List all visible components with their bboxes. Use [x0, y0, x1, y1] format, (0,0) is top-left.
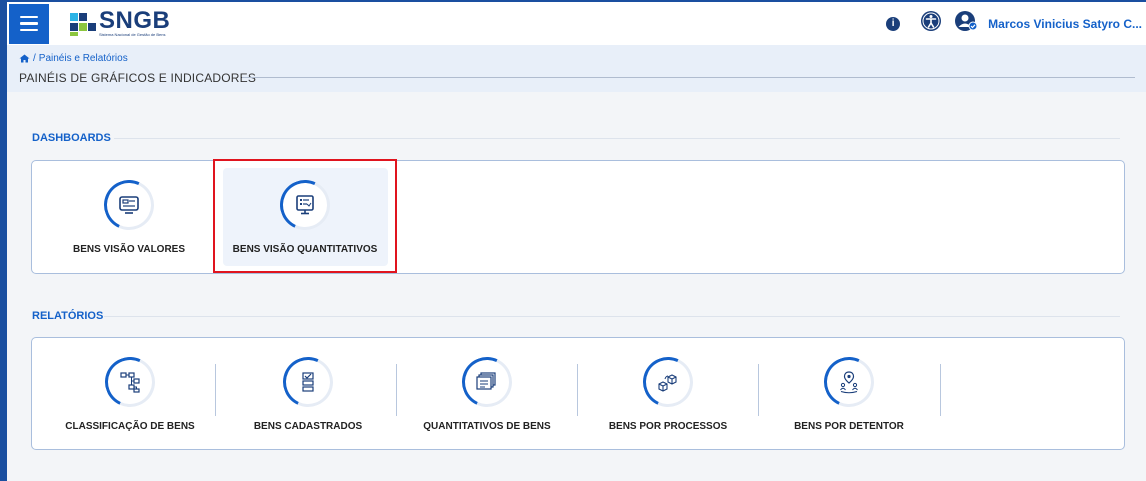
- breadcrumb-current[interactable]: Painéis e Relatórios: [39, 53, 128, 64]
- home-icon[interactable]: [19, 54, 30, 63]
- hierarchy-icon: [97, 349, 163, 415]
- logo-title: SNGB: [99, 7, 171, 34]
- card-label: BENS CADASTRADOS: [253, 421, 363, 432]
- dashboard-card-bens-visao-quantitativos[interactable]: BENS VISÃO QUANTITATIVOS: [230, 172, 380, 255]
- relatorios-section-label: RELATÓRIOS: [32, 310, 104, 322]
- user-avatar-icon[interactable]: [954, 10, 978, 37]
- relatorios-divider: [104, 316, 1120, 317]
- monitor-list-icon: [272, 172, 338, 238]
- report-card-bens-por-detentor[interactable]: BENS POR DETENTOR: [774, 349, 924, 432]
- hamburger-menu-button[interactable]: [9, 3, 49, 44]
- card-label: CLASSIFICAÇÃO DE BENS: [65, 421, 195, 432]
- dashboards-section-label: DASHBOARDS: [32, 132, 111, 144]
- accessibility-icon[interactable]: [920, 10, 942, 37]
- subheader: / Painéis e Relatórios PAINÉIS DE GRÁFIC…: [7, 45, 1146, 92]
- location-person-icon: [816, 349, 882, 415]
- dashboards-divider: [114, 138, 1120, 139]
- report-card-bens-por-processos[interactable]: BENS POR PROCESSOS: [593, 349, 743, 432]
- logo-mark-icon: [69, 11, 97, 37]
- top-bar: SNGB Sistema Nacional de Gestão de Bens …: [7, 2, 1146, 45]
- breadcrumb-separator: /: [33, 53, 36, 64]
- separator: [577, 364, 578, 416]
- dashboard-card-bens-visao-valores[interactable]: BENS VISÃO VALORES: [64, 172, 194, 255]
- logo-subtitle: Sistema Nacional de Gestão de Bens: [99, 32, 166, 37]
- user-name[interactable]: Marcos Vinicius Satyro C...: [988, 17, 1142, 31]
- page-title: PAINÉIS DE GRÁFICOS E INDICADORES: [19, 71, 257, 85]
- separator: [215, 364, 216, 416]
- card-label: BENS VISÃO VALORES: [72, 244, 186, 255]
- info-icon[interactable]: i: [886, 16, 901, 31]
- logo[interactable]: SNGB Sistema Nacional de Gestão de Bens: [69, 7, 171, 37]
- monitor-card-icon: [96, 172, 162, 238]
- boxes-icon: [635, 349, 701, 415]
- separator: [758, 364, 759, 416]
- report-card-classificacao-de-bens[interactable]: CLASSIFICAÇÃO DE BENS: [55, 349, 205, 432]
- card-label: BENS POR DETENTOR: [794, 421, 904, 432]
- separator: [940, 364, 941, 416]
- card-label: QUANTITATIVOS DE BENS: [423, 421, 551, 432]
- documents-icon: [454, 349, 520, 415]
- title-divider: [242, 77, 1135, 78]
- report-card-bens-cadastrados[interactable]: BENS CADASTRADOS: [233, 349, 383, 432]
- card-label: BENS VISÃO QUANTITATIVOS: [232, 244, 378, 255]
- separator: [396, 364, 397, 416]
- dashboards-panel: [31, 160, 1125, 274]
- breadcrumb: / Painéis e Relatórios: [19, 53, 128, 64]
- report-card-quantitativos-de-bens[interactable]: QUANTITATIVOS DE BENS: [412, 349, 562, 432]
- checklist-icon: [275, 349, 341, 415]
- card-label: BENS POR PROCESSOS: [608, 421, 728, 432]
